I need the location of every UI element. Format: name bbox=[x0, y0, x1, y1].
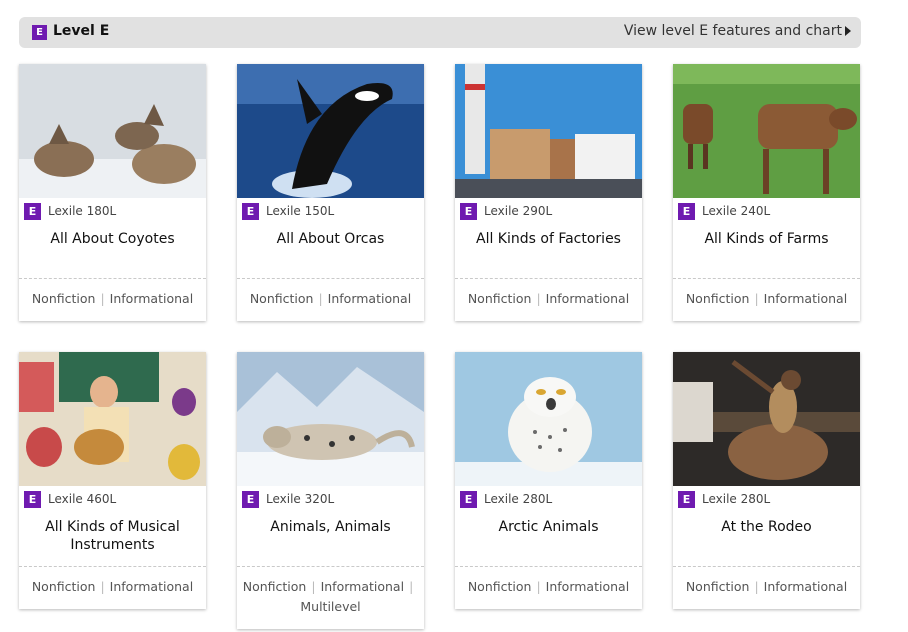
genre-tags: Nonfiction | Informational bbox=[467, 579, 630, 594]
level-badge: E bbox=[24, 491, 41, 508]
genre-tag: Nonfiction bbox=[31, 291, 96, 306]
genre-tags: Nonfiction | Informational bbox=[249, 291, 412, 306]
book-title[interactable]: Animals, Animals bbox=[243, 518, 418, 536]
level-badge: E bbox=[678, 203, 695, 220]
book-card[interactable]: E Lexile 290L All Kinds of Factories Non… bbox=[455, 64, 642, 321]
level-badge: E bbox=[460, 203, 477, 220]
genre-tag: Nonfiction bbox=[467, 579, 532, 594]
genre-tags: Nonfiction | Informational bbox=[685, 579, 848, 594]
genre-tag: Informational bbox=[320, 579, 405, 594]
divider bbox=[673, 278, 860, 279]
genre-tag: Informational bbox=[545, 579, 630, 594]
level-badge: E bbox=[24, 203, 41, 220]
lexile-level: Lexile 240L bbox=[702, 204, 771, 218]
genre-tag: Informational bbox=[327, 291, 412, 306]
level-badge: E bbox=[242, 491, 259, 508]
book-title[interactable]: All Kinds of Factories bbox=[461, 230, 636, 248]
lexile-level: Lexile 280L bbox=[484, 492, 553, 506]
book-card[interactable]: E Lexile 150L All About Orcas Nonfiction… bbox=[237, 64, 424, 321]
book-cover-image bbox=[455, 64, 642, 198]
book-card[interactable]: E Lexile 280L Arctic Animals Nonfiction |… bbox=[455, 352, 642, 609]
caret-right-icon bbox=[845, 26, 851, 36]
genre-tag: Informational bbox=[109, 579, 194, 594]
genre-tags: Nonfiction | Informational bbox=[467, 291, 630, 306]
genre-tag: Informational bbox=[545, 291, 630, 306]
genre-tag: Nonfiction bbox=[467, 291, 532, 306]
lexile-level: Lexile 320L bbox=[266, 492, 335, 506]
lexile-level: Lexile 180L bbox=[48, 204, 117, 218]
book-cover-image bbox=[673, 64, 860, 198]
book-title[interactable]: At the Rodeo bbox=[679, 518, 854, 536]
divider bbox=[455, 566, 642, 567]
genre-tag: Nonfiction bbox=[685, 579, 750, 594]
lexile-level: Lexile 280L bbox=[702, 492, 771, 506]
genre-tag: Nonfiction bbox=[685, 291, 750, 306]
book-title[interactable]: All About Coyotes bbox=[25, 230, 200, 248]
divider bbox=[237, 278, 424, 279]
book-card[interactable]: E Lexile 180L All About Coyotes Nonficti… bbox=[19, 64, 206, 321]
genre-tag: Informational bbox=[763, 579, 848, 594]
book-card[interactable]: E Lexile 240L All Kinds of Farms Nonfict… bbox=[673, 64, 860, 321]
level-header: E Level E View level E features and char… bbox=[19, 17, 861, 48]
divider bbox=[19, 566, 206, 567]
book-cover-image bbox=[237, 64, 424, 198]
genre-tag: Informational bbox=[763, 291, 848, 306]
book-title[interactable]: All Kinds of Farms bbox=[679, 230, 854, 248]
lexile-level: Lexile 150L bbox=[266, 204, 335, 218]
genre-tags: Nonfiction | Informational bbox=[31, 291, 194, 306]
book-cover-image bbox=[455, 352, 642, 486]
lexile-level: Lexile 460L bbox=[48, 492, 117, 506]
genre-tag: Informational bbox=[109, 291, 194, 306]
book-title[interactable]: Arctic Animals bbox=[461, 518, 636, 536]
level-badge: E bbox=[460, 491, 477, 508]
genre-tags: Nonfiction | Informational bbox=[31, 579, 194, 594]
book-card[interactable]: E Lexile 460L All Kinds of Musical Instr… bbox=[19, 352, 206, 609]
divider bbox=[19, 278, 206, 279]
book-card[interactable]: E Lexile 280L At the Rodeo Nonfiction | In… bbox=[673, 352, 860, 609]
divider bbox=[455, 278, 642, 279]
lexile-level: Lexile 290L bbox=[484, 204, 553, 218]
genre-tag: Nonfiction bbox=[242, 579, 307, 594]
genre-tags: Nonfiction | Informational | Multilevel bbox=[242, 579, 414, 614]
level-badge: E bbox=[678, 491, 695, 508]
book-cover-image bbox=[19, 352, 206, 486]
divider bbox=[673, 566, 860, 567]
genre-tag: Nonfiction bbox=[31, 579, 96, 594]
genre-tags: Nonfiction | Informational bbox=[685, 291, 848, 306]
level-badge: E bbox=[242, 203, 259, 220]
level-badge: E bbox=[32, 25, 47, 40]
divider bbox=[237, 566, 424, 567]
book-card[interactable]: E Lexile 320L Animals, Animals Nonfictio… bbox=[237, 352, 424, 629]
book-cover-image bbox=[237, 352, 424, 486]
genre-tag: Multilevel bbox=[300, 599, 361, 614]
book-cover-image bbox=[673, 352, 860, 486]
view-level-features-link[interactable]: View level E features and chart bbox=[624, 23, 851, 39]
book-title[interactable]: All Kinds of Musical Instruments bbox=[25, 518, 200, 554]
book-title[interactable]: All About Orcas bbox=[243, 230, 418, 248]
level-title: Level E bbox=[53, 23, 110, 39]
book-cover-image bbox=[19, 64, 206, 198]
view-link-label: View level E features and chart bbox=[623, 23, 842, 39]
genre-tag: Nonfiction bbox=[249, 291, 314, 306]
